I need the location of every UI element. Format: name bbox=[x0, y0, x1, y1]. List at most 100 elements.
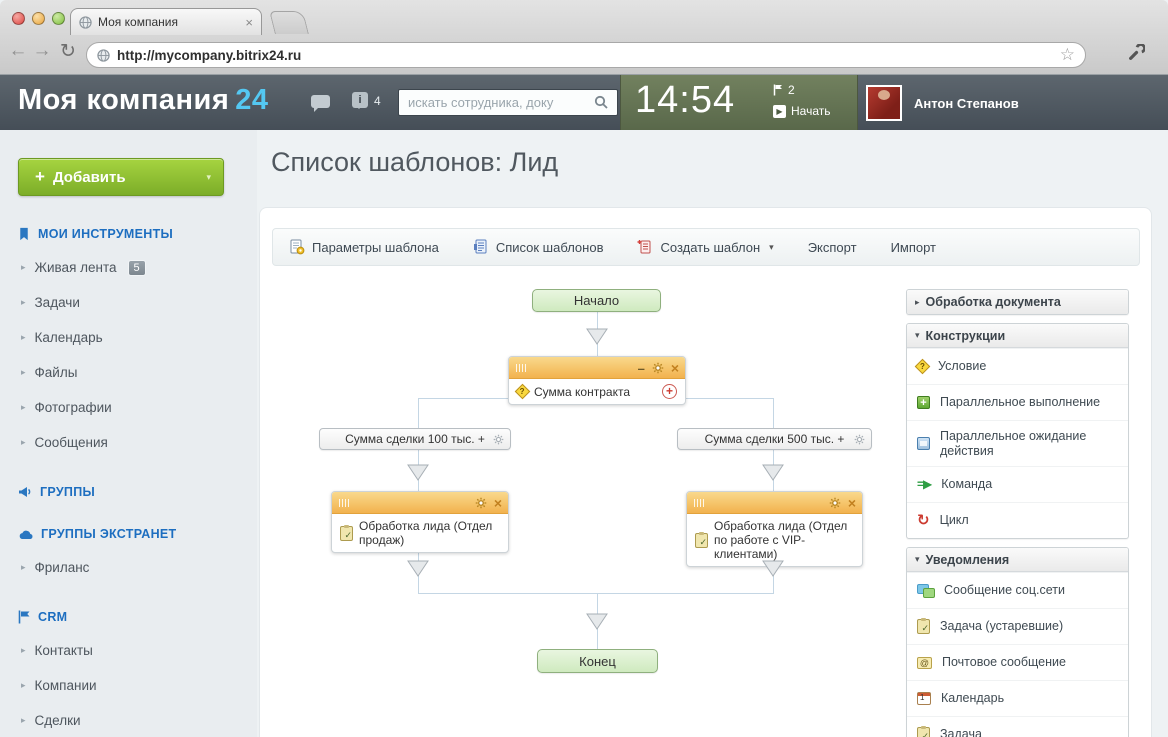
sidebar-item-live-feed[interactable]: ▸ Живая лента 5 bbox=[0, 250, 257, 285]
settings-gear-icon[interactable] bbox=[475, 497, 487, 509]
template-parameters-button[interactable]: Параметры шаблона bbox=[289, 239, 439, 255]
arrow-down-icon bbox=[407, 560, 429, 577]
search-icon[interactable] bbox=[594, 95, 608, 109]
close-icon[interactable]: × bbox=[671, 361, 679, 375]
notifications-icon[interactable]: i bbox=[352, 92, 368, 108]
browser-tab[interactable]: Моя компания × bbox=[70, 8, 262, 35]
chevron-right-icon: ▸ bbox=[915, 297, 920, 308]
forward-button[interactable]: → bbox=[30, 40, 54, 62]
avatar[interactable] bbox=[866, 85, 902, 121]
sidebar-section-my-tools[interactable]: МОИ ИНСТРУМЕНТЫ bbox=[0, 224, 257, 244]
drag-handle-icon[interactable] bbox=[339, 499, 350, 507]
wrench-menu-icon[interactable] bbox=[1128, 44, 1145, 61]
sidebar-item-freelance[interactable]: ▸ Фриланс bbox=[0, 550, 257, 585]
sidebar-item-photos[interactable]: ▸ Фотографии bbox=[0, 390, 257, 425]
play-icon: ▶ bbox=[773, 105, 786, 118]
section-title: CRM bbox=[38, 610, 67, 624]
palette-section-title: Уведомления bbox=[926, 553, 1010, 567]
palette-item-calendar[interactable]: 1 Календарь bbox=[907, 680, 1128, 716]
sidebar-section-crm[interactable]: CRM bbox=[0, 607, 257, 627]
add-branch-button[interactable]: + bbox=[662, 384, 677, 399]
cloud-icon bbox=[18, 529, 33, 540]
start-node[interactable]: Начало bbox=[532, 289, 661, 312]
bullet-icon: ▸ bbox=[21, 297, 26, 308]
branch-condition-left[interactable]: Сумма сделки 100 тыс. + bbox=[319, 428, 511, 450]
export-button[interactable]: Экспорт bbox=[808, 240, 857, 255]
sidebar-item-tasks[interactable]: ▸ Задачи bbox=[0, 285, 257, 320]
close-icon[interactable]: × bbox=[848, 496, 856, 510]
nav-group-extranet: ГРУППЫ ЭКСТРАНЕТ ▸ Фриланс bbox=[0, 524, 257, 585]
window-minimize-button[interactable] bbox=[32, 12, 45, 25]
new-tab-button[interactable] bbox=[269, 11, 309, 34]
palette-section-header[interactable]: ▾ Уведомления bbox=[907, 548, 1128, 572]
palette-item-command[interactable]: =▶ Команда bbox=[907, 466, 1128, 502]
start-workday-button[interactable]: ▶ Начать bbox=[773, 104, 831, 118]
clock-panel[interactable]: 14:54 2 ▶ Начать bbox=[620, 75, 858, 130]
doc-add-icon bbox=[637, 239, 653, 255]
palette-item-social-message[interactable]: Сообщение соц.сети bbox=[907, 572, 1128, 608]
palette-item-loop[interactable]: ↻ Цикл bbox=[907, 502, 1128, 538]
address-bar[interactable]: http://mycompany.bitrix24.ru ☆ bbox=[86, 42, 1086, 68]
palette-item-email[interactable]: @ Почтовое сообщение bbox=[907, 644, 1128, 680]
action-block-right[interactable]: × ✓ Обработка лида (Отдел по работе с VI… bbox=[686, 491, 863, 567]
settings-gear-icon[interactable] bbox=[493, 434, 504, 445]
drag-handle-icon[interactable] bbox=[694, 499, 705, 507]
condition-block-header[interactable]: – × bbox=[509, 357, 685, 379]
condition-block[interactable]: – × ? Сумма контракта + bbox=[508, 356, 686, 405]
chevron-down-icon: ▾ bbox=[769, 242, 774, 253]
employee-search-input[interactable] bbox=[398, 89, 618, 116]
plus-icon: + bbox=[35, 167, 45, 187]
palette-item-task[interactable]: ✓ Задача bbox=[907, 716, 1128, 737]
bookmark-star-icon[interactable]: ☆ bbox=[1060, 45, 1075, 65]
palette-item-task-deprecated[interactable]: ✓ Задача (устаревшие) bbox=[907, 608, 1128, 644]
sidebar-item-contacts[interactable]: ▸ Контакты bbox=[0, 633, 257, 668]
action-block-header[interactable]: × bbox=[687, 492, 862, 514]
branch-condition-label: Сумма сделки 100 тыс. + bbox=[345, 432, 485, 446]
end-node[interactable]: Конец bbox=[537, 649, 658, 673]
sidebar-item-calendar[interactable]: ▸ Календарь bbox=[0, 320, 257, 355]
palette-item-condition[interactable]: ? Условие bbox=[907, 348, 1128, 384]
sidebar-section-extranet[interactable]: ГРУППЫ ЭКСТРАНЕТ bbox=[0, 524, 257, 544]
settings-gear-icon[interactable] bbox=[854, 434, 865, 445]
chat-icon[interactable] bbox=[311, 95, 330, 108]
sidebar-item-deals[interactable]: ▸ Сделки bbox=[0, 703, 257, 737]
create-template-button[interactable]: Создать шаблон ▾ bbox=[637, 239, 773, 255]
start-label: Начать bbox=[791, 104, 831, 118]
doc-gear-icon bbox=[289, 239, 305, 255]
import-button[interactable]: Импорт bbox=[891, 240, 936, 255]
template-list-button[interactable]: Список шаблонов bbox=[473, 239, 604, 255]
settings-gear-icon[interactable] bbox=[829, 497, 841, 509]
condition-icon: ? bbox=[915, 359, 931, 375]
user-name[interactable]: Антон Степанов bbox=[914, 96, 1019, 111]
sidebar-section-groups[interactable]: ГРУППЫ bbox=[0, 482, 257, 502]
palette-item-parallel-wait[interactable]: Параллельное ожидание действия bbox=[907, 420, 1128, 466]
toolbar-label: Список шаблонов bbox=[496, 240, 604, 255]
action-block-left[interactable]: × ✓ Обработка лида (Отдел продаж) bbox=[331, 491, 509, 553]
action-block-header[interactable]: × bbox=[332, 492, 508, 514]
check-glyph: ✓ bbox=[921, 729, 929, 737]
nav-group-tools: МОИ ИНСТРУМЕНТЫ ▸ Живая лента 5 ▸ Задачи… bbox=[0, 224, 257, 460]
bullet-icon: ▸ bbox=[21, 402, 26, 413]
sidebar-item-companies[interactable]: ▸ Компании bbox=[0, 668, 257, 703]
sidebar-item-files[interactable]: ▸ Файлы bbox=[0, 355, 257, 390]
minimize-icon[interactable]: – bbox=[638, 362, 645, 375]
palette-section-header[interactable]: ▾ Конструкции bbox=[907, 324, 1128, 348]
add-button[interactable]: + Добавить ▾ bbox=[18, 158, 224, 196]
palette-item-label: Почтовое сообщение bbox=[942, 655, 1066, 670]
palette-section-header[interactable]: ▸ Обработка документа bbox=[907, 290, 1128, 314]
drag-handle-icon[interactable] bbox=[516, 364, 527, 372]
sidebar-item-messages[interactable]: ▸ Сообщения bbox=[0, 425, 257, 460]
back-button[interactable]: ← bbox=[6, 40, 30, 62]
url-globe-icon bbox=[97, 49, 110, 62]
close-icon[interactable]: × bbox=[494, 496, 502, 510]
tab-close-icon[interactable]: × bbox=[245, 16, 253, 29]
palette-section-document-processing: ▸ Обработка документа bbox=[906, 289, 1129, 315]
reload-button[interactable]: ↻ bbox=[56, 40, 80, 63]
window-zoom-button[interactable] bbox=[52, 12, 65, 25]
item-label: Фриланс bbox=[35, 560, 90, 575]
branch-condition-right[interactable]: Сумма сделки 500 тыс. + bbox=[677, 428, 872, 450]
window-close-button[interactable] bbox=[12, 12, 25, 25]
palette-item-parallel-execution[interactable]: + Параллельное выполнение bbox=[907, 384, 1128, 420]
template-editor-card: Параметры шаблона Список шаблонов bbox=[259, 207, 1152, 737]
settings-gear-icon[interactable] bbox=[652, 362, 664, 374]
